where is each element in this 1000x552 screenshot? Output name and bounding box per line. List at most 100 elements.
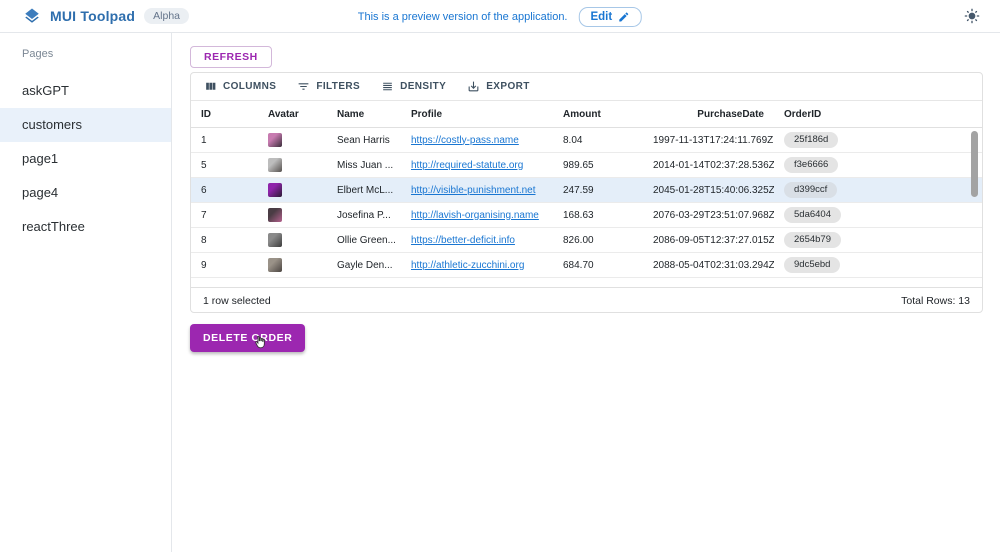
order-id-chip: 25f186d bbox=[784, 132, 838, 148]
theme-toggle-button[interactable] bbox=[960, 4, 984, 28]
grid-hscroll-area bbox=[191, 278, 982, 287]
cell-purchase-date: 1997-11-13T17:24:11.769Z bbox=[643, 135, 774, 146]
app-window: MUI Toolpad Alpha This is a preview vers… bbox=[0, 0, 1000, 552]
cell-name: Elbert McL... bbox=[327, 185, 401, 196]
sidebar-item-customers[interactable]: customers bbox=[0, 108, 171, 142]
version-badge: Alpha bbox=[144, 8, 189, 24]
cell-avatar bbox=[258, 258, 327, 272]
sidebar-item-reactThree[interactable]: reactThree bbox=[0, 210, 171, 244]
cell-purchase-date: 2014-01-14T02:37:28.536Z bbox=[643, 160, 774, 171]
cell-name: Miss Juan ... bbox=[327, 160, 401, 171]
cell-id: 5 bbox=[191, 160, 258, 171]
columns-icon bbox=[204, 80, 217, 93]
toolbar-button-label: EXPORT bbox=[486, 81, 530, 92]
cell-id: 8 bbox=[191, 235, 258, 246]
cell-amount: 989.65 bbox=[553, 160, 643, 171]
cell-profile: http://required-statute.org bbox=[401, 160, 553, 171]
cell-order-id: 9dc5ebd bbox=[774, 257, 889, 273]
order-id-chip: f3e6666 bbox=[784, 157, 838, 173]
cell-amount: 247.59 bbox=[553, 185, 643, 196]
cell-avatar bbox=[258, 183, 327, 197]
profile-link[interactable]: http://required-statute.org bbox=[411, 160, 523, 171]
cell-order-id: f3e6666 bbox=[774, 157, 889, 173]
sidebar: Pages askGPTcustomerspage1page4reactThre… bbox=[0, 33, 172, 552]
cell-profile: http://visible-punishment.net bbox=[401, 185, 553, 196]
table-row[interactable]: 5 Miss Juan ... http://required-statute.or… bbox=[191, 153, 982, 178]
cell-id: 6 bbox=[191, 185, 258, 196]
sun-icon bbox=[964, 8, 980, 24]
column-header-id[interactable]: ID bbox=[191, 109, 258, 120]
table-row[interactable]: 6 Elbert McL... http://visible-punishment.… bbox=[191, 178, 982, 203]
profile-link[interactable]: https://costly-pass.name bbox=[411, 135, 519, 146]
profile-link[interactable]: https://better-deficit.info bbox=[411, 235, 515, 246]
cell-avatar bbox=[258, 158, 327, 172]
cell-id: 1 bbox=[191, 135, 258, 146]
cell-avatar bbox=[258, 208, 327, 222]
cell-name: Ollie Green... bbox=[327, 235, 401, 246]
mui-toolpad-logo-icon bbox=[23, 7, 41, 25]
cell-amount: 826.00 bbox=[553, 235, 643, 246]
density-button[interactable]: DENSITY bbox=[373, 77, 454, 96]
cell-purchase-date: 2045-01-28T15:40:06.325Z bbox=[643, 185, 774, 196]
cell-profile: https://costly-pass.name bbox=[401, 135, 553, 146]
cell-order-id: 2654b79 bbox=[774, 232, 889, 248]
column-header-amount[interactable]: Amount bbox=[553, 109, 643, 120]
delete-order-label: DELETE ORDER bbox=[203, 332, 292, 344]
preview-text: This is a preview version of the applica… bbox=[358, 11, 568, 23]
table-row[interactable]: 8 Ollie Green... https://better-deficit.in… bbox=[191, 228, 982, 253]
avatar bbox=[268, 158, 282, 172]
refresh-button[interactable]: REFRESH bbox=[190, 46, 272, 68]
grid-footer: 1 row selected Total Rows: 13 bbox=[191, 287, 982, 313]
columns-button[interactable]: COLUMNS bbox=[196, 77, 284, 96]
avatar bbox=[268, 208, 282, 222]
cell-purchase-date: 2088-05-04T02:31:03.294Z bbox=[643, 260, 774, 271]
order-id-chip: 2654b79 bbox=[784, 232, 841, 248]
topbar: MUI Toolpad Alpha This is a preview vers… bbox=[0, 0, 1000, 33]
column-header-avatar[interactable]: Avatar bbox=[258, 109, 327, 120]
cell-profile: http://lavish-organising.name bbox=[401, 210, 553, 221]
cell-avatar bbox=[258, 133, 327, 147]
order-id-chip: d399ccf bbox=[784, 182, 837, 198]
brand: MUI Toolpad Alpha bbox=[23, 7, 189, 25]
cell-profile: https://better-deficit.info bbox=[401, 235, 553, 246]
cell-amount: 168.63 bbox=[553, 210, 643, 221]
density-icon bbox=[381, 80, 394, 93]
export-icon bbox=[467, 80, 480, 93]
filters-button[interactable]: FILTERS bbox=[289, 77, 368, 96]
pencil-icon bbox=[618, 11, 630, 23]
delete-order-button[interactable]: DELETE ORDER bbox=[190, 324, 305, 352]
column-header-name[interactable]: Name bbox=[327, 109, 401, 120]
sidebar-item-askGPT[interactable]: askGPT bbox=[0, 74, 171, 108]
grid-vertical-scrollbar[interactable] bbox=[971, 131, 978, 197]
app-title: MUI Toolpad bbox=[50, 8, 135, 24]
column-header-purchase_date[interactable]: PurchaseDate bbox=[643, 109, 774, 120]
sidebar-item-page4[interactable]: page4 bbox=[0, 176, 171, 210]
cell-id: 9 bbox=[191, 260, 258, 271]
total-rows: Total Rows: 13 bbox=[901, 295, 970, 307]
cell-order-id: 25f186d bbox=[774, 132, 889, 148]
table-row[interactable]: 9 Gayle Den... http://athletic-zucchini.or… bbox=[191, 253, 982, 278]
selection-status: 1 row selected bbox=[203, 295, 271, 307]
order-id-chip: 5da6404 bbox=[784, 207, 841, 223]
table-row[interactable]: 7Josefina P...http://lavish-organising.n… bbox=[191, 203, 982, 228]
profile-link[interactable]: http://athletic-zucchini.org bbox=[411, 260, 524, 271]
preview-banner: This is a preview version of the applica… bbox=[358, 0, 642, 33]
filter-icon bbox=[297, 80, 310, 93]
table-row[interactable]: 1Sean Harrishttps://costly-pass.name8.04… bbox=[191, 128, 982, 153]
profile-link[interactable]: http://visible-punishment.net bbox=[411, 185, 536, 196]
column-header-order_id[interactable]: OrderID bbox=[774, 109, 889, 120]
column-header-profile[interactable]: Profile bbox=[401, 109, 553, 120]
avatar bbox=[268, 258, 282, 272]
cell-order-id: d399ccf bbox=[774, 182, 889, 198]
cell-name: Josefina P... bbox=[327, 210, 401, 221]
avatar bbox=[268, 133, 282, 147]
edit-button[interactable]: Edit bbox=[578, 7, 642, 27]
cell-name: Gayle Den... bbox=[327, 260, 401, 271]
main-content: REFRESH COLUMNS FILTERS DENSITY EXPORT IDAv… bbox=[172, 33, 1000, 552]
profile-link[interactable]: http://lavish-organising.name bbox=[411, 210, 539, 221]
data-grid-panel: COLUMNS FILTERS DENSITY EXPORT IDAvatarName… bbox=[190, 72, 983, 313]
export-button[interactable]: EXPORT bbox=[459, 77, 538, 96]
cell-amount: 684.70 bbox=[553, 260, 643, 271]
sidebar-item-page1[interactable]: page1 bbox=[0, 142, 171, 176]
avatar bbox=[268, 183, 282, 197]
